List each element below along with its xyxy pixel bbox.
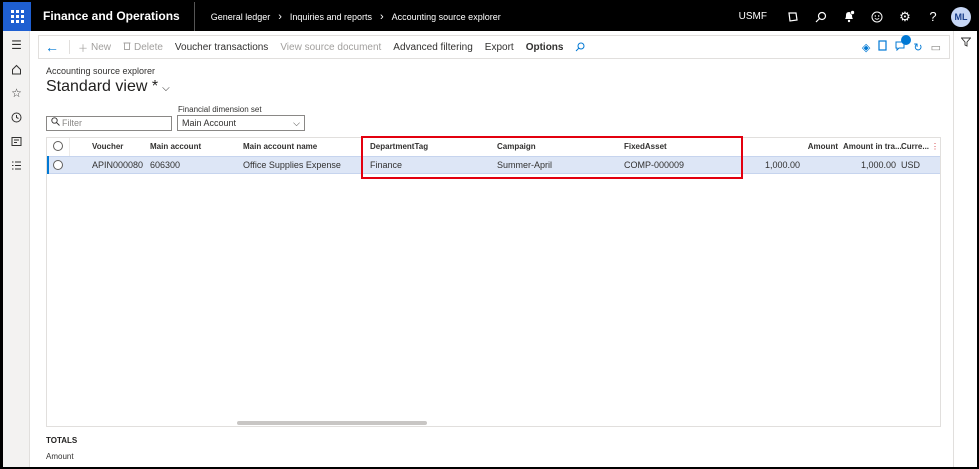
- select-all-radio[interactable]: [53, 141, 63, 151]
- refresh-icon[interactable]: ↻: [913, 41, 922, 54]
- row-select-radio[interactable]: [53, 160, 63, 170]
- column-header-main-account[interactable]: Main account: [150, 138, 201, 156]
- chevron-down-icon: ⌵: [293, 118, 300, 128]
- breadcrumb-inquiries-reports[interactable]: Inquiries and reports: [290, 12, 372, 22]
- app-launcher-waffle-icon[interactable]: [3, 2, 31, 31]
- dimension-set-value: Main Account: [182, 118, 237, 128]
- chevron-down-icon[interactable]: ⌵: [162, 83, 170, 94]
- view-source-document-button[interactable]: View source document: [274, 42, 387, 53]
- filter-search-icon: [51, 117, 60, 130]
- page-caption: Accounting source explorer: [46, 66, 156, 76]
- export-button[interactable]: Export: [479, 42, 520, 53]
- breadcrumb-general-ledger[interactable]: General ledger: [211, 12, 271, 22]
- horizontal-scrollbar[interactable]: [237, 421, 427, 425]
- attachments-icon[interactable]: 0: [895, 34, 912, 54]
- new-button-label: New: [91, 41, 112, 53]
- totals-amount-label: Amount: [46, 452, 74, 461]
- breadcrumb-accounting-source-explorer[interactable]: Accounting source explorer: [392, 12, 501, 22]
- quick-filter-input[interactable]: Filter: [46, 116, 172, 131]
- recent-clock-icon[interactable]: [3, 105, 30, 129]
- column-options-icon[interactable]: ⋮: [931, 142, 939, 151]
- office-icon[interactable]: [878, 40, 887, 54]
- delete-button[interactable]: Delete: [117, 41, 169, 53]
- new-button[interactable]: ＋ New: [72, 40, 117, 55]
- dimension-set-label: Financial dimension set: [178, 105, 262, 114]
- workspaces-icon[interactable]: [3, 129, 30, 153]
- column-header-main-account-name[interactable]: Main account name: [243, 138, 317, 156]
- divider: [69, 40, 70, 54]
- advanced-filtering-button[interactable]: Advanced filtering: [387, 42, 479, 53]
- power-apps-icon[interactable]: ◈: [862, 41, 870, 54]
- page-title[interactable]: Standard view * ⌵: [46, 78, 170, 96]
- column-header-amount-in-transaction[interactable]: Amount in tra...: [843, 138, 902, 156]
- top-right-toolbar: USMF ⚙ ? ML: [739, 2, 971, 31]
- data-grid: Voucher Main account Main account name D…: [46, 137, 941, 427]
- column-header-voucher[interactable]: Voucher: [92, 138, 123, 156]
- action-pane-right-icons: ◈ 0 ↻ ▭: [862, 34, 949, 54]
- favorites-star-icon[interactable]: ☆: [3, 81, 30, 105]
- cell-amount[interactable]: 1,000.00: [747, 156, 800, 174]
- top-navigation-bar: Finance and Operations General ledger › …: [3, 2, 977, 31]
- voucher-transactions-button[interactable]: Voucher transactions: [169, 42, 274, 53]
- cell-currency[interactable]: USD: [901, 156, 920, 174]
- chevron-right-icon: ›: [379, 10, 384, 23]
- back-arrow-icon[interactable]: ←: [39, 39, 67, 55]
- column-header-currency[interactable]: Curre...: [901, 138, 929, 156]
- app-title[interactable]: Finance and Operations: [43, 2, 195, 31]
- right-filter-pane: [953, 31, 977, 467]
- open-new-window-icon[interactable]: ▭: [931, 41, 941, 54]
- cell-voucher[interactable]: APIN000080: [92, 156, 143, 174]
- attachments-count-badge: 0: [901, 33, 912, 46]
- search-icon[interactable]: [807, 2, 835, 31]
- column-header-amount[interactable]: Amount: [767, 138, 838, 156]
- settings-gear-icon[interactable]: ⚙: [891, 2, 919, 31]
- notifications-bell-icon[interactable]: [835, 2, 863, 31]
- action-pane: ← ＋ New Delete Voucher transactions View…: [38, 34, 950, 59]
- copilot-icon[interactable]: [779, 2, 807, 31]
- avatar[interactable]: ML: [951, 6, 971, 27]
- home-icon[interactable]: [3, 57, 30, 81]
- tab-options[interactable]: Options: [520, 42, 570, 53]
- left-navigation-pane: ☰ ☆: [3, 31, 30, 467]
- plus-icon: ＋: [78, 43, 88, 55]
- dimension-set-select[interactable]: Main Account ⌵: [177, 115, 305, 131]
- company-picker[interactable]: USMF: [739, 11, 767, 22]
- feedback-smiley-icon[interactable]: [863, 2, 891, 31]
- delete-button-label: Delete: [134, 41, 163, 53]
- chevron-right-icon: ›: [278, 10, 282, 23]
- view-name[interactable]: Standard view *: [46, 78, 158, 96]
- cell-amount-in-transaction[interactable]: 1,000.00: [843, 156, 896, 174]
- action-search-icon[interactable]: [569, 42, 591, 52]
- row-selection-indicator: [47, 156, 49, 174]
- cell-main-account[interactable]: 606300: [150, 156, 180, 174]
- totals-heading: TOTALS: [46, 436, 78, 445]
- filter-placeholder: Filter: [62, 118, 82, 128]
- highlight-annotation-box: [361, 136, 743, 179]
- modules-list-icon[interactable]: [3, 153, 30, 177]
- hamburger-menu-icon[interactable]: ☰: [3, 33, 30, 57]
- trash-icon: [123, 41, 131, 53]
- cell-main-account-name[interactable]: Office Supplies Expense: [243, 156, 341, 174]
- breadcrumb: General ledger › Inquiries and reports ›…: [211, 11, 501, 23]
- help-icon[interactable]: ?: [919, 2, 947, 31]
- filter-funnel-icon[interactable]: [954, 31, 978, 53]
